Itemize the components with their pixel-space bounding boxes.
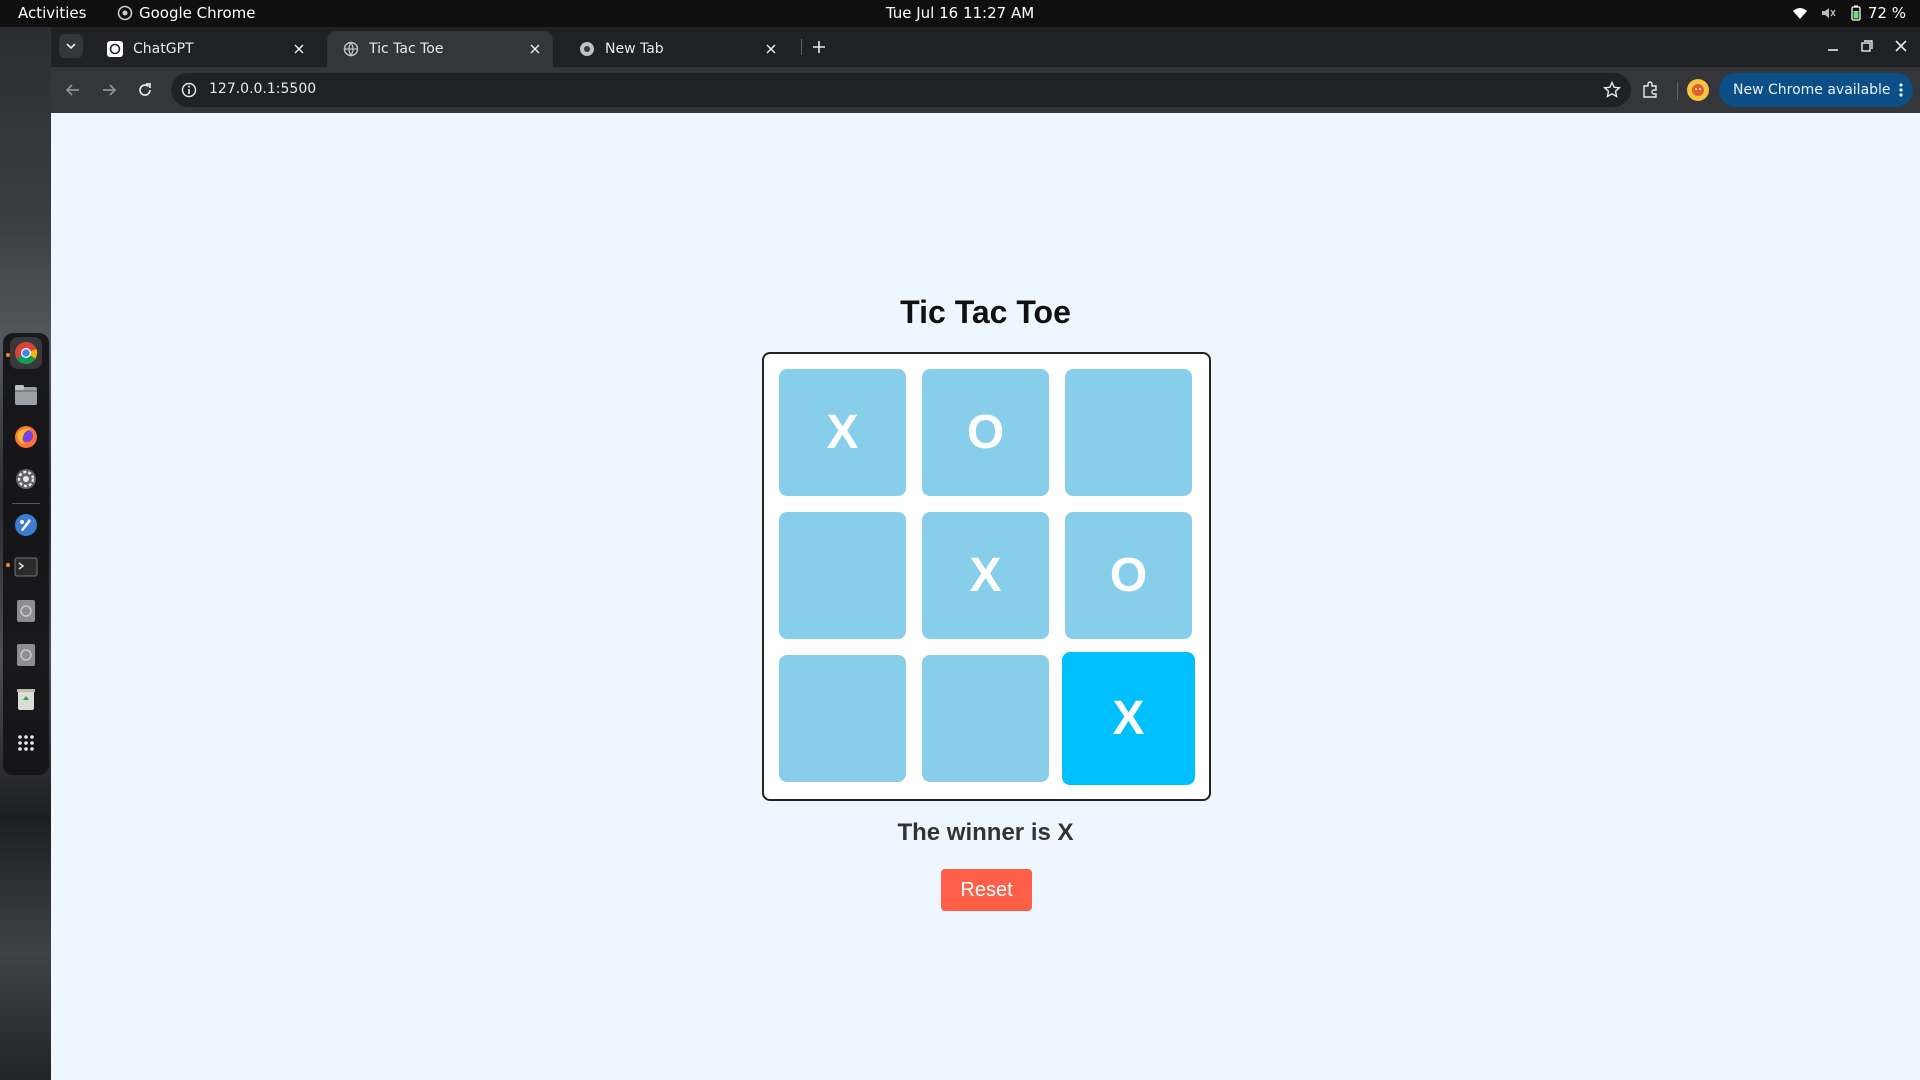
- app-grid-icon: [18, 735, 34, 751]
- board-cell-6[interactable]: O: [1065, 512, 1192, 639]
- battery-icon: [1851, 5, 1861, 21]
- files-icon: [15, 385, 37, 405]
- dock-files[interactable]: [10, 379, 42, 411]
- disk-icon: [17, 644, 35, 666]
- update-chrome-button[interactable]: New Chrome available: [1719, 73, 1913, 107]
- chrome-favicon-icon: [580, 42, 594, 56]
- back-button[interactable]: [61, 78, 85, 102]
- close-icon: [530, 44, 540, 54]
- app-menu[interactable]: Google Chrome: [117, 4, 256, 22]
- reload-button[interactable]: [133, 78, 157, 102]
- settings-gear-icon: [16, 469, 36, 489]
- terminal-icon: [14, 557, 38, 577]
- tab-strip: ChatGPT Tic Tac Toe New Tab: [51, 27, 1920, 67]
- wifi-icon: [1792, 8, 1807, 19]
- board-cell-9[interactable]: X: [1062, 652, 1195, 785]
- tab-close-button[interactable]: [291, 41, 307, 57]
- tab-chatgpt[interactable]: ChatGPT: [91, 31, 317, 67]
- volume-muted-icon: [1821, 8, 1836, 18]
- dock-separator: [12, 503, 40, 504]
- profile-avatar[interactable]: [1687, 79, 1709, 101]
- game-board: X O X O X: [762, 352, 1211, 801]
- close-icon: [766, 44, 776, 54]
- puzzle-icon: [1643, 81, 1657, 98]
- dock-firefox[interactable]: [10, 421, 42, 453]
- battery-percent: 72 %: [1867, 4, 1906, 22]
- krita-icon: [15, 514, 37, 536]
- game-status: The winner is X: [897, 819, 1074, 846]
- dock-terminal[interactable]: [10, 551, 42, 583]
- dock-disk-2[interactable]: [10, 639, 42, 671]
- reload-icon: [139, 83, 151, 96]
- board-cell-2[interactable]: O: [922, 369, 1049, 496]
- browser-toolbar: 127.0.0.1:5500 New Chrome available: [51, 67, 1920, 113]
- minimize-button[interactable]: [1824, 37, 1842, 55]
- tab-new-tab[interactable]: New Tab: [563, 31, 789, 67]
- clock[interactable]: Tue Jul 16 11:27 AM: [886, 4, 1034, 22]
- tab-title: New Tab: [605, 41, 664, 57]
- new-tab-button[interactable]: [809, 37, 829, 57]
- tab-search-button[interactable]: [59, 34, 83, 58]
- minimize-icon: [1828, 49, 1838, 51]
- tab-title: Tic Tac Toe: [369, 41, 444, 57]
- system-top-bar: Activities Google Chrome Tue Jul 16 11:2…: [0, 0, 1920, 27]
- activities-button[interactable]: Activities: [18, 4, 86, 22]
- bookmark-star-icon[interactable]: [1603, 81, 1621, 99]
- url-text[interactable]: 127.0.0.1:5500: [209, 81, 316, 97]
- extensions-button[interactable]: [1638, 78, 1662, 102]
- dock-krita[interactable]: [10, 509, 42, 541]
- more-vertical-icon: [1899, 83, 1903, 97]
- app-menu-label: Google Chrome: [139, 4, 256, 22]
- restore-button[interactable]: [1858, 37, 1876, 55]
- plus-icon: [813, 41, 825, 53]
- window-controls: [1824, 37, 1910, 55]
- arrow-left-icon: [65, 84, 79, 96]
- dock: [3, 333, 49, 775]
- chatgpt-favicon: [107, 41, 123, 57]
- tab-close-button[interactable]: [527, 41, 543, 57]
- tab-close-button[interactable]: [763, 41, 779, 57]
- board-cell-4[interactable]: [779, 512, 906, 639]
- forward-button[interactable]: [97, 78, 121, 102]
- avatar-icon: [1692, 84, 1704, 96]
- chevron-down-icon: [66, 43, 76, 50]
- reset-button[interactable]: Reset: [941, 869, 1032, 911]
- tab-tic-tac-toe[interactable]: Tic Tac Toe: [327, 31, 553, 67]
- tab-separator: [801, 39, 802, 55]
- board-cell-7[interactable]: [779, 655, 906, 782]
- page-title: Tic Tac Toe: [900, 294, 1071, 330]
- restore-icon: [1861, 40, 1873, 52]
- dock-chrome[interactable]: [10, 337, 42, 369]
- update-chrome-label: New Chrome available: [1733, 82, 1891, 98]
- system-tray[interactable]: 72 %: [1792, 4, 1906, 22]
- disk-icon: [17, 600, 35, 622]
- dock-show-apps[interactable]: [10, 727, 42, 759]
- close-window-button[interactable]: [1892, 37, 1910, 55]
- battery-indicator: 72 %: [1848, 4, 1906, 22]
- board-cell-8[interactable]: [922, 655, 1049, 782]
- dock-settings[interactable]: [10, 463, 42, 495]
- board-cell-3[interactable]: [1065, 369, 1192, 496]
- chrome-app-icon: [117, 5, 133, 21]
- trash-icon: [17, 689, 35, 710]
- close-icon: [1895, 40, 1907, 52]
- close-icon: [294, 44, 304, 54]
- board-cell-5[interactable]: X: [922, 512, 1049, 639]
- toolbar-separator: [1677, 82, 1678, 100]
- globe-favicon-icon: [343, 41, 359, 57]
- arrow-right-icon: [103, 84, 117, 96]
- address-bar[interactable]: 127.0.0.1:5500: [171, 73, 1631, 107]
- chrome-icon: [15, 342, 38, 364]
- tab-title: ChatGPT: [133, 41, 194, 57]
- firefox-icon: [15, 426, 37, 448]
- site-info-icon[interactable]: [181, 82, 197, 98]
- web-page: Tic Tac Toe X O X O X The winner is X Re…: [51, 113, 1920, 1080]
- dock-disk-1[interactable]: [10, 595, 42, 627]
- chrome-window: ChatGPT Tic Tac Toe New Tab 127.0.0.1:55…: [51, 27, 1920, 1080]
- board-cell-1[interactable]: X: [779, 369, 906, 496]
- dock-trash[interactable]: [10, 683, 42, 715]
